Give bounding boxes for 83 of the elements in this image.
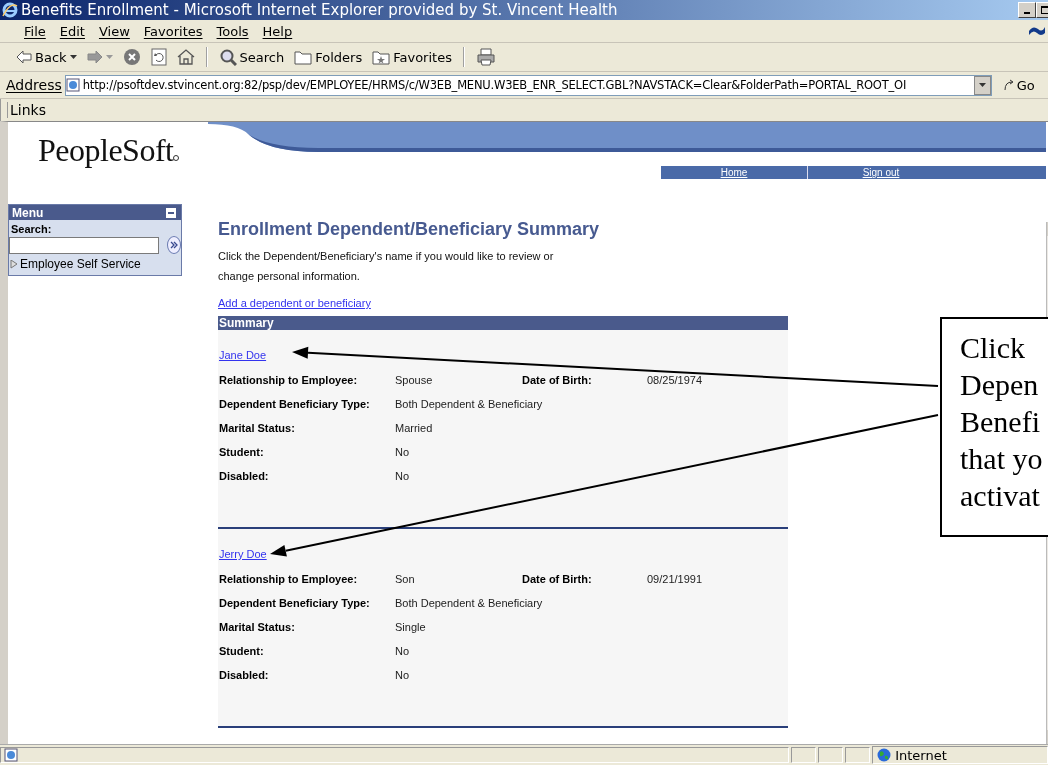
status-pane: [845, 747, 871, 763]
status-pane: [791, 747, 817, 763]
field-value: No: [395, 446, 411, 459]
go-arrow-icon: [1002, 79, 1015, 91]
field-label: Relationship to Employee:: [219, 573, 359, 586]
double-chevron-icon: [170, 241, 178, 249]
page-icon: [4, 748, 18, 762]
menu-title: Menu: [12, 205, 44, 220]
callout-text: Click Depen Benefi that yo activat: [960, 330, 1043, 514]
menu-tree-item[interactable]: Employee Self Service: [9, 254, 181, 275]
browser-logo-icon: [2, 2, 18, 18]
nav-link[interactable]: Home: [661, 167, 807, 178]
dependent-name-link[interactable]: Jane Doe: [219, 349, 267, 361]
field-label: Relationship to Employee:: [219, 374, 359, 387]
field-value: No: [395, 470, 411, 483]
printer-icon: [475, 48, 496, 66]
field-label: Marital Status:: [219, 621, 296, 634]
field-label: Dependent Beneficiary Type:: [219, 398, 371, 411]
add-dependent-link[interactable]: Add a dependent or beneficiary: [218, 297, 371, 309]
home-icon: [176, 48, 195, 66]
refresh-icon: [150, 48, 167, 66]
page-heading: Enrollment Dependent/Beneficiary Summary: [218, 219, 601, 240]
field-value: Son: [395, 573, 416, 586]
peoplesoft-logo: PeopleSoft: [38, 132, 174, 169]
status-pane: [818, 747, 844, 763]
nav-link[interactable]: Sign out: [808, 167, 954, 178]
address-label: Address: [6, 77, 62, 93]
field-label: Dependent Beneficiary Type:: [219, 597, 371, 610]
back-button[interactable]: Back: [14, 47, 79, 67]
menu-item[interactable]: Edit: [55, 22, 89, 40]
back-arrow-icon: [16, 50, 32, 64]
forward-arrow-icon: [86, 50, 103, 64]
field-value: No: [395, 645, 411, 658]
field-label: Student:: [219, 446, 265, 459]
security-zone-label: Internet: [895, 747, 947, 763]
field-label: Date of Birth:: [522, 374, 593, 387]
search-button[interactable]: Search: [216, 46, 287, 68]
summary-title: Summary: [219, 316, 274, 330]
menu-item[interactable]: Help: [258, 22, 297, 40]
field-label: Marital Status:: [219, 422, 296, 435]
field-label: Date of Birth:: [522, 573, 593, 586]
address-field[interactable]: http://psoftdev.stvincent.org:82/psp/dev/EMPLOYEE/HRMS/c/W3EB_MENU.W3EB_ENR_SELECT.GBL?NAVSTACK=Clear&FolderPath=PORTAL_ROOT_OI: [64, 74, 992, 96]
menu-item[interactable]: File: [20, 22, 50, 40]
field-label: Student:: [219, 645, 265, 658]
refresh-button[interactable]: [148, 46, 169, 68]
search-icon: [218, 48, 237, 66]
menu-item[interactable]: Favorites: [139, 22, 207, 40]
star-folder-icon: [372, 49, 391, 65]
stop-icon: [122, 48, 141, 66]
field-label: Disabled:: [219, 470, 270, 483]
forward-button[interactable]: [84, 48, 115, 66]
field-value: Spouse: [395, 374, 434, 387]
search-field[interactable]: [9, 236, 159, 254]
dropdown-button[interactable]: [973, 75, 991, 95]
dependent-name-link[interactable]: Jerry Doe: [219, 548, 267, 560]
registered-mark-icon: [173, 155, 180, 161]
folder-icon: [294, 49, 313, 65]
caret-icon[interactable]: [69, 55, 77, 59]
field-value: Single: [395, 621, 427, 634]
field-value: 08/25/1974: [647, 374, 704, 387]
field-value: 09/21/1991: [647, 573, 704, 586]
menu-item[interactable]: View: [94, 22, 134, 40]
field-value: No: [395, 669, 411, 682]
search-go-button[interactable]: [167, 236, 181, 254]
minimize-button[interactable]: [1018, 2, 1036, 18]
globe-icon: [877, 748, 892, 762]
field-label: Disabled:: [219, 669, 270, 682]
folders-button[interactable]: Folders: [292, 47, 365, 67]
instructions-text: Click the Dependent/Beneficiary's name if you would like to review or change personal information.: [218, 249, 555, 284]
maximize-icon: [1040, 6, 1048, 14]
flag-logo-icon: [1028, 25, 1046, 37]
field-value: Both Dependent & Beneficiary: [395, 398, 544, 411]
window-title: Benefits Enrollment - Microsoft Internet Explorer provided by St. Vincent Health: [21, 1, 619, 19]
page-icon: [65, 78, 80, 92]
go-button[interactable]: Go: [1002, 77, 1035, 93]
field-value: Married: [395, 422, 434, 435]
links-label: Links: [7, 102, 46, 118]
collapse-icon[interactable]: [166, 207, 176, 218]
menu-item[interactable]: Tools: [212, 22, 253, 40]
field-value: Both Dependent & Beneficiary: [395, 597, 544, 610]
search-label: Search:: [10, 222, 53, 236]
caret-icon[interactable]: [978, 83, 986, 87]
favorites-button[interactable]: Favorites: [370, 47, 454, 67]
